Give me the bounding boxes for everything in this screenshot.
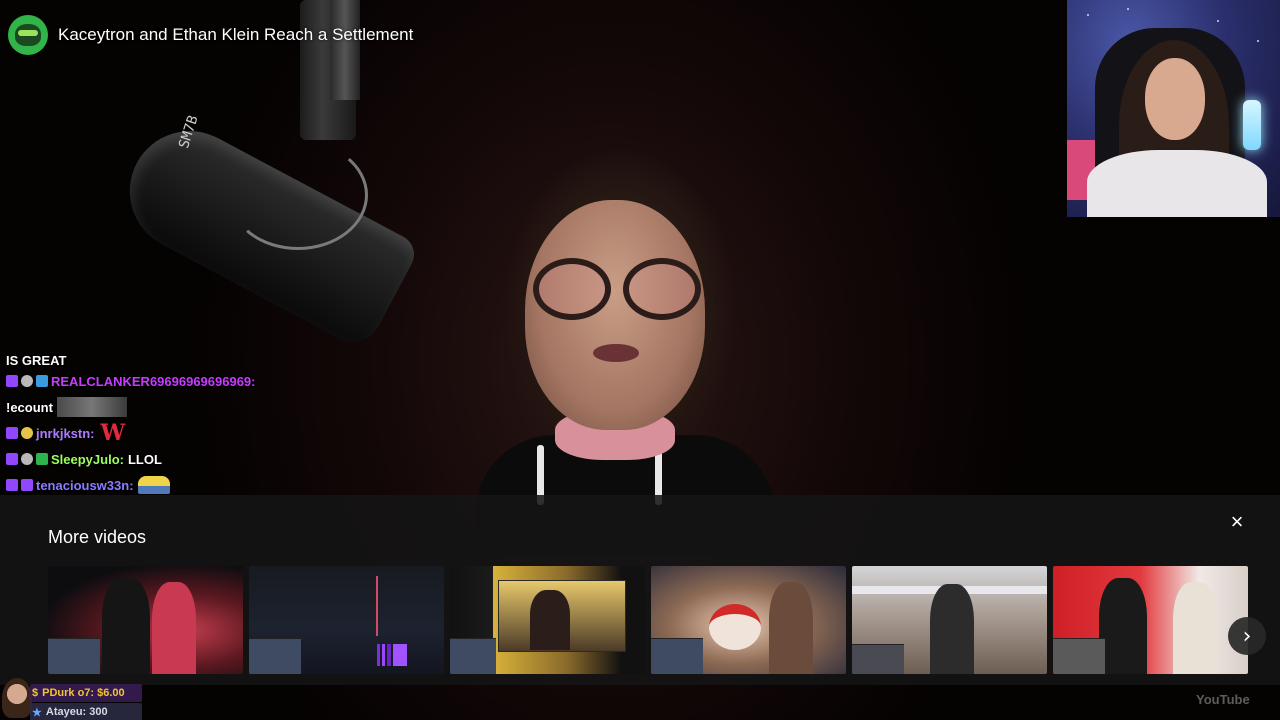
youtube-watermark[interactable]: YouTube xyxy=(1196,692,1250,707)
chat-username: REALCLANKER69696969696969: xyxy=(51,373,256,389)
chat-message: !ecount xyxy=(6,394,306,420)
chat-message: jnrkjkstn: W xyxy=(6,420,306,446)
crown-badge-icon xyxy=(36,375,48,387)
video-thumbnail[interactable] xyxy=(651,566,846,674)
chat-username: tenaciousw33n: xyxy=(36,477,134,493)
video-thumbnail[interactable] xyxy=(852,566,1047,674)
w-emote: W xyxy=(100,420,126,446)
user-badge-icon xyxy=(21,427,33,439)
sub-badge-icon xyxy=(36,453,48,465)
channel-avatar[interactable] xyxy=(8,15,48,55)
sub-badge-icon xyxy=(21,479,33,491)
minion-emote xyxy=(137,476,170,494)
donor-avatar xyxy=(2,678,32,718)
chat-message: SleepyJulo: LLOL xyxy=(6,446,306,472)
donation-row: ★ Atayeu: 300 xyxy=(30,703,142,720)
twitch-badge-icon xyxy=(6,427,18,439)
user-badge-icon xyxy=(21,375,33,387)
video-title[interactable]: Kaceytron and Ethan Klein Reach a Settle… xyxy=(58,25,413,45)
chat-username: jnrkjkstn: xyxy=(36,425,95,441)
twitch-badge-icon xyxy=(6,453,18,465)
streamer xyxy=(455,110,785,555)
donation-row: $ PDurk o7: $6.00 xyxy=(30,684,142,702)
star-icon: ★ xyxy=(32,706,42,719)
video-thumbnail-strip xyxy=(48,566,1280,674)
donation-overlay: $ PDurk o7: $6.00 ★ Atayeu: 300 xyxy=(0,676,150,720)
chat-username: SleepyJulo: xyxy=(51,451,124,467)
chat-overlay: IS GREAT REALCLANKER69696969696969: !eco… xyxy=(6,352,306,498)
twitch-badge-icon xyxy=(6,375,18,387)
video-thumbnail[interactable] xyxy=(450,566,645,674)
dollar-icon: $ xyxy=(32,687,39,699)
chat-message: IS GREAT xyxy=(6,352,67,368)
video-thumbnail[interactable] xyxy=(48,566,243,674)
chevron-right-icon[interactable]: › xyxy=(1228,617,1266,655)
more-videos-title: More videos xyxy=(48,527,147,547)
close-icon[interactable]: × xyxy=(1224,509,1250,535)
mic-ring xyxy=(228,140,368,250)
more-videos-panel: More videos × › xyxy=(0,495,1280,685)
video-thumbnail[interactable] xyxy=(249,566,444,674)
twitch-badge-icon xyxy=(6,479,18,491)
webcam-overlay xyxy=(1067,0,1280,217)
chat-message: REALCLANKER69696969696969: xyxy=(6,368,306,394)
video-thumbnail[interactable] xyxy=(1053,566,1248,674)
emote-image xyxy=(56,397,127,417)
ape-logo-icon xyxy=(15,24,41,46)
mic-clip xyxy=(330,0,360,100)
user-badge-icon xyxy=(21,453,33,465)
desk-light xyxy=(1243,100,1261,150)
